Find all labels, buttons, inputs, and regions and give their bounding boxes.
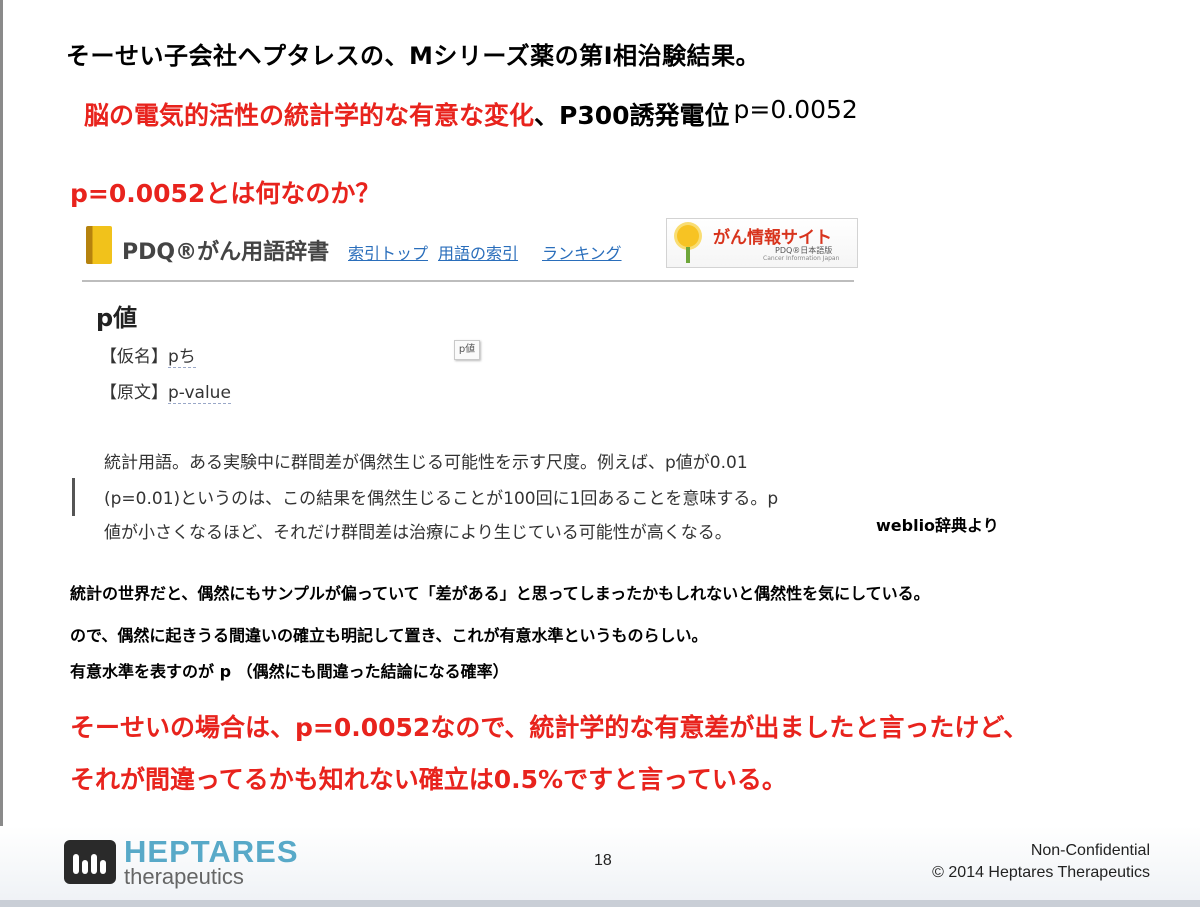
original-row: 【原文】p-value: [100, 378, 231, 404]
slide: そーせい子会社ヘプタレスの、Mシリーズ薬の第Ⅰ相治験結果。 脳の電気的活性の統計…: [0, 0, 1200, 907]
slide-left-border: [0, 0, 3, 907]
headline-red-text: 脳の電気的活性の統計学的な有意な変化: [84, 101, 535, 130]
dictionary-header: PDQ®がん用語辞書 索引トップ 用語の索引 ランキング がん情報サイト PDQ…: [82, 216, 858, 282]
body-line: 統計の世界だと、偶然にもサンプルが偏っていて「差がある」と思ってしまったかもしれ…: [70, 584, 930, 603]
page-number: 18: [594, 852, 612, 869]
kana-row: 【仮名】pち: [100, 342, 196, 368]
conclusion-line: そーせいの場合は、p=0.0052なので、統計学的な有意差が出ましたと言ったけど…: [70, 713, 1029, 742]
source-note: weblio辞典より: [876, 516, 999, 535]
question-heading: p=0.0052とは何なのか？: [70, 179, 381, 208]
body-line: 有意水準を表すのが p （偶然にも間違った結論になる確率）: [70, 662, 509, 681]
original-label: 【原文】: [100, 383, 168, 403]
headline-black-text: 、P300誘発電位: [534, 101, 730, 130]
conclusion-line: それが間違ってるかも知れない確立は0.5%ですと言っている。: [70, 765, 787, 794]
headline: 脳の電気的活性の統計学的な有意な変化、P300誘発電位 p=0.0052: [84, 95, 858, 132]
dandelion-stem-icon: [686, 247, 690, 263]
nav-link-ranking[interactable]: ランキング: [542, 240, 622, 264]
original-value: p-value: [168, 383, 231, 404]
text-cursor-bar: [72, 478, 75, 516]
kana-label: 【仮名】: [100, 347, 168, 367]
dictionary-name: PDQ®がん用語辞書: [122, 240, 330, 265]
banner-tagline: Cancer Information Japan: [763, 255, 840, 262]
footer-bottom-bar: [0, 900, 1200, 907]
term-image-thumbnail[interactable]: p値: [454, 340, 480, 360]
definition-line: 値が小さくなるほど、それだけ群間差は治療により生じている可能性が高くなる。: [104, 523, 732, 543]
nav-link-index-top[interactable]: 索引トップ: [348, 240, 428, 264]
definition-line: (p=0.01)というのは、この結果を偶然生じることが100回に1回あることを意…: [104, 489, 779, 509]
nav-link-term-index[interactable]: 用語の索引: [438, 240, 518, 264]
copyright-label: © 2014 Heptares Therapeutics: [932, 864, 1150, 881]
headline-pvalue: p=0.0052: [733, 95, 858, 124]
dandelion-icon: [677, 225, 699, 247]
definition-line: 統計用語。ある実験中に群間差が偶然生じる可能性を示す尺度。例えば、p値が0.01: [104, 453, 748, 473]
dictionary-term: p値: [96, 304, 138, 332]
book-icon: [86, 226, 112, 264]
confidentiality-label: Non-Confidential: [1030, 842, 1150, 859]
dictionary-screenshot: PDQ®がん用語辞書 索引トップ 用語の索引 ランキング がん情報サイト PDQ…: [72, 216, 862, 552]
kana-value: pち: [168, 347, 196, 368]
brand-subtitle: therapeutics: [124, 864, 244, 889]
heptares-logo-icon: [64, 840, 116, 884]
body-line: ので、偶然に起きうる間違いの確立も明記して置き、これが有意水準というものらしい。: [70, 626, 708, 645]
slide-title: そーせい子会社ヘプタレスの、Mシリーズ薬の第Ⅰ相治験結果。: [66, 42, 761, 70]
cancer-info-banner[interactable]: がん情報サイト PDQ®日本語版 Cancer Information Japa…: [666, 218, 858, 268]
